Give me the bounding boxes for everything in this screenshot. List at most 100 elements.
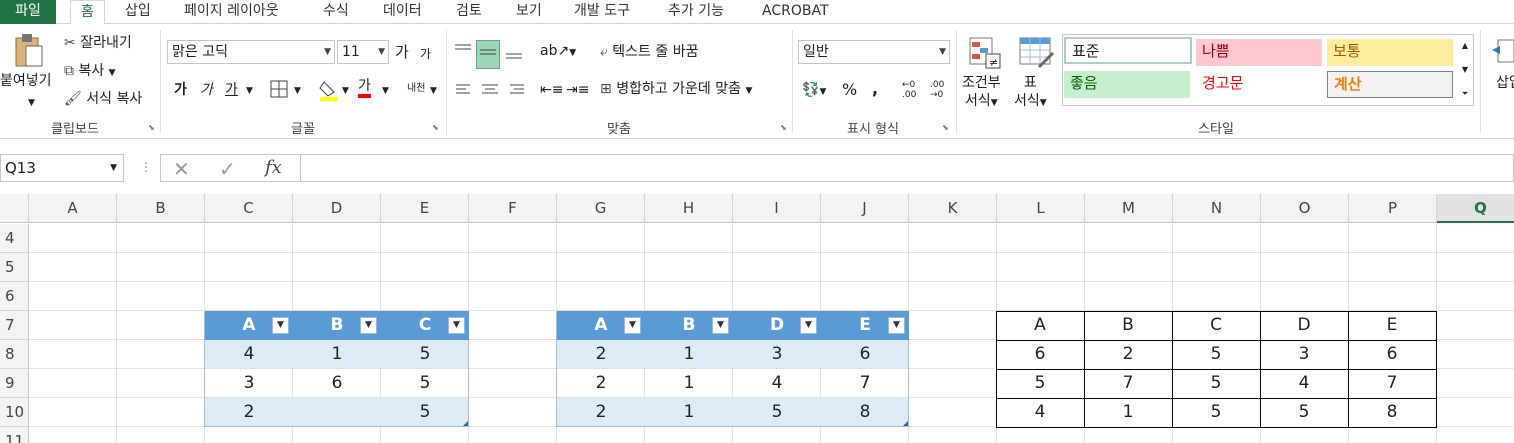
table1-cell[interactable]: 5 <box>381 340 469 369</box>
table3-cell[interactable]: 5 <box>1172 340 1261 370</box>
align-center-button[interactable] <box>480 81 500 104</box>
row-header-4[interactable]: 4 <box>0 224 29 253</box>
style-calculation[interactable]: 계산 <box>1327 71 1453 98</box>
fill-color-dropdown-icon[interactable]: ▼ <box>342 82 349 100</box>
underline-button[interactable]: 가 <box>225 81 238 99</box>
paste-button[interactable]: 붙여넣기 <box>0 72 52 90</box>
table2-cell[interactable]: 1 <box>645 340 733 369</box>
tab-acrobat[interactable]: ACROBAT <box>762 0 829 24</box>
conditional-format-button[interactable]: 조건부 서식▼ <box>962 74 1001 112</box>
table3-cell[interactable]: 6 <box>996 340 1085 370</box>
tab-review[interactable]: 검토 <box>456 0 482 24</box>
table-resize-handle-icon[interactable] <box>463 421 468 426</box>
table-resize-handle-icon[interactable] <box>903 421 908 426</box>
table3-cell[interactable]: 5 <box>1172 398 1261 428</box>
name-box[interactable]: Q13 ▼ <box>0 154 124 182</box>
column-header-o[interactable]: O <box>1261 194 1349 223</box>
table3-cell[interactable]: 7 <box>1348 369 1437 399</box>
table2-cell[interactable]: 2 <box>557 398 645 427</box>
column-header-j[interactable]: J <box>821 194 909 223</box>
table1-cell[interactable]: 5 <box>381 369 469 398</box>
column-header-h[interactable]: H <box>645 194 733 223</box>
table3-cell[interactable]: 5 <box>1260 398 1349 428</box>
number-launcher-icon[interactable]: ⬊ <box>942 123 949 132</box>
paste-icon[interactable] <box>12 32 46 68</box>
paste-dropdown-icon[interactable]: ▼ <box>28 94 35 112</box>
insert-function-icon[interactable]: fx <box>265 157 282 178</box>
underline-dropdown-icon[interactable]: ▼ <box>246 82 253 100</box>
table3-header-cell[interactable]: B <box>1084 311 1173 341</box>
table2-cell[interactable]: 6 <box>821 340 909 369</box>
table3-header-cell[interactable]: C <box>1172 311 1261 341</box>
table3-cell[interactable]: 5 <box>1172 369 1261 399</box>
format-as-table-button[interactable]: 표 서식▼ <box>1014 74 1047 112</box>
accounting-format-button[interactable]: 💱▼ <box>802 81 826 101</box>
borders-dropdown-icon[interactable]: ▼ <box>294 82 301 100</box>
phonetic-dropdown-icon[interactable]: ▼ <box>430 82 437 100</box>
table3-cell[interactable]: 7 <box>1084 369 1173 399</box>
tab-formulas[interactable]: 수식 <box>323 0 349 24</box>
gallery-scroll-up-icon[interactable]: ▲ <box>1458 36 1472 56</box>
column-header-l[interactable]: L <box>997 194 1085 223</box>
alignment-launcher-icon[interactable]: ⬊ <box>780 123 787 132</box>
orientation-button[interactable]: ab↗▼ <box>540 42 576 62</box>
column-header-g[interactable]: G <box>557 194 645 223</box>
column-header-p[interactable]: P <box>1349 194 1437 223</box>
filter-dropdown-icon[interactable]: ▼ <box>360 317 377 334</box>
borders-button[interactable] <box>268 78 290 105</box>
table2-cell[interactable]: 8 <box>821 398 909 427</box>
tab-insert[interactable]: 삽입 <box>125 0 151 24</box>
table2-cell[interactable]: 1 <box>645 398 733 427</box>
row-header-5[interactable]: 5 <box>0 253 29 282</box>
column-header-q[interactable]: Q <box>1437 194 1514 223</box>
column-header-c[interactable]: C <box>205 194 293 223</box>
table3-header-cell[interactable]: D <box>1260 311 1349 341</box>
increase-indent-button[interactable]: ⇥≡ <box>566 81 589 99</box>
table1-cell[interactable] <box>293 398 381 427</box>
table1-cell[interactable]: 3 <box>205 369 293 398</box>
cut-button[interactable]: ✂ 잘라내기 <box>64 34 132 52</box>
style-bad[interactable]: 나쁨 <box>1196 39 1322 66</box>
percent-button[interactable]: % <box>842 81 857 99</box>
tab-page-layout[interactable]: 페이지 레이아웃 <box>184 0 279 24</box>
tab-developer[interactable]: 개발 도구 <box>574 0 630 24</box>
table1-cell[interactable]: 1 <box>293 340 381 369</box>
table2-cell[interactable]: 4 <box>733 369 821 398</box>
increase-decimal-button[interactable]: ←0.00 <box>902 80 916 100</box>
font-color-dropdown-icon[interactable]: ▼ <box>382 82 389 100</box>
italic-button[interactable]: 가 <box>200 81 213 99</box>
decrease-decimal-button[interactable]: .00 →0 <box>930 80 944 100</box>
column-header-i[interactable]: I <box>733 194 821 223</box>
table1-cell[interactable]: 2 <box>205 398 293 427</box>
merge-center-button[interactable]: ⊞ 병합하고 가운데 맞춤 ▼ <box>600 80 752 100</box>
table2-cell[interactable]: 2 <box>557 340 645 369</box>
wrap-text-button[interactable]: ⤶ 텍스트 줄 바꿈 <box>600 43 698 61</box>
tab-file[interactable]: 파일 <box>0 0 56 24</box>
column-header-n[interactable]: N <box>1173 194 1261 223</box>
column-header-k[interactable]: K <box>909 194 997 223</box>
clipboard-launcher-icon[interactable]: ⬊ <box>148 123 155 132</box>
gallery-more-icon[interactable]: ⏷ <box>1458 84 1472 104</box>
filter-dropdown-icon[interactable]: ▼ <box>624 317 641 334</box>
table2-cell[interactable]: 2 <box>557 369 645 398</box>
table3-cell[interactable]: 6 <box>1348 340 1437 370</box>
row-header-9[interactable]: 9 <box>0 369 29 398</box>
filter-dropdown-icon[interactable]: ▼ <box>272 317 289 334</box>
tab-home[interactable]: 홈 <box>70 0 105 25</box>
format-as-table-icon[interactable] <box>1018 36 1054 75</box>
font-color-button[interactable]: 가 <box>358 78 371 98</box>
tab-view[interactable]: 보기 <box>516 0 542 24</box>
table2-cell[interactable]: 1 <box>645 369 733 398</box>
table2-cell[interactable]: 7 <box>821 369 909 398</box>
conditional-format-icon[interactable]: ≠ <box>968 36 1004 75</box>
table2-cell[interactable]: 5 <box>733 398 821 427</box>
row-header-7[interactable]: 7 <box>0 311 29 340</box>
bold-button[interactable]: 가 <box>174 81 187 99</box>
table3-header-cell[interactable]: A <box>996 311 1085 341</box>
row-header-10[interactable]: 10 <box>0 398 29 427</box>
align-top-button[interactable] <box>452 40 474 67</box>
gallery-scroll-down-icon[interactable]: ▼ <box>1458 60 1472 80</box>
row-header-11[interactable]: 11 <box>0 427 29 443</box>
filter-dropdown-icon[interactable]: ▼ <box>448 317 465 334</box>
align-right-button[interactable] <box>506 81 526 104</box>
